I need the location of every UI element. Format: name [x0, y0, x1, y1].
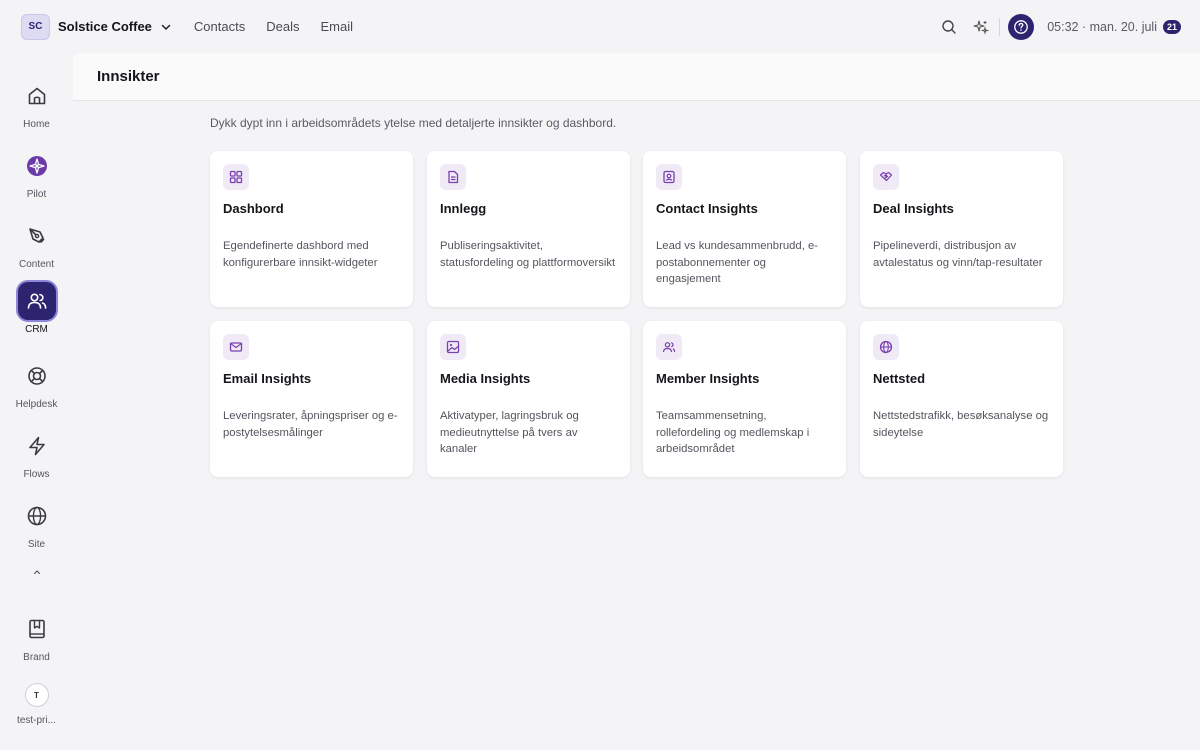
sidebar-item-crm[interactable]: CRM [0, 282, 73, 335]
main-panel: Innsikter Dykk dypt inn i arbeidsområdet… [73, 53, 1200, 750]
nav-email[interactable]: Email [320, 19, 353, 34]
sidebar-item-label: CRM [25, 324, 48, 335]
sidebar-item-label: Site [27, 539, 46, 550]
card-description: Lead vs kundesammenbrudd, e-postabonneme… [656, 240, 819, 285]
card-title: Dashbord [223, 201, 284, 216]
sidebar-item-label: Flows [23, 469, 50, 480]
clock-date: 05:32 · man. 20. juli [1047, 19, 1157, 34]
sidebar-item-label: Content [18, 259, 55, 270]
card-description: Leveringsrater, åpningspriser og e-posty… [223, 410, 398, 439]
sidebar-item-label: Pilot [26, 189, 47, 200]
card-description: Egendefinerte dashbord med konfigurerbar… [223, 240, 378, 269]
document-icon [440, 164, 466, 190]
users-icon [17, 282, 56, 320]
help-icon [1014, 19, 1029, 34]
card-title: Deal Insights [873, 201, 954, 216]
sidebar-item-label: Home [23, 119, 50, 130]
chevron-down-icon [160, 20, 174, 34]
notification-badge[interactable]: 21 [1162, 19, 1181, 34]
sidebar: Home Pilot Content CRM Helpdesk Flows Si… [0, 53, 73, 750]
chevron-up-icon [31, 565, 43, 583]
card-description: Nettstedstrafikk, besøksanalyse og sidey… [873, 410, 1049, 439]
top-nav: Contacts Deals Email [194, 19, 374, 34]
card-description: Publiseringsaktivitet, statusfordeling o… [440, 240, 616, 269]
card-title: Member Insights [656, 371, 760, 386]
contact-icon [656, 164, 682, 190]
sidebar-item-home[interactable]: Home [0, 77, 73, 130]
image-icon [440, 334, 466, 360]
card-title: Email Insights [223, 371, 312, 386]
user-menu[interactable]: T test-pri... [0, 683, 73, 726]
sparkle-icon[interactable] [971, 17, 991, 37]
card-title: Media Insights [440, 371, 531, 386]
home-icon [18, 77, 56, 115]
card-title: Innlegg [440, 201, 487, 216]
card-media-insights[interactable]: Media Insights Aktivatyper, lagringsbruk… [427, 321, 630, 477]
bolt-icon [18, 427, 56, 465]
workspace-name: Solstice Coffee [58, 19, 152, 34]
card-nettsted[interactable]: Nettsted Nettstedstrafikk, besøksanalyse… [860, 321, 1063, 477]
sidebar-item-site[interactable]: Site [0, 497, 73, 550]
handshake-icon [873, 164, 899, 190]
sidebar-item-brand[interactable]: Brand [0, 610, 73, 663]
lifebuoy-icon [18, 357, 56, 395]
page-subtitle: Dykk dypt inn i arbeidsområdets ytelse m… [210, 116, 617, 130]
user-label: test-pri... [17, 715, 56, 726]
search-icon[interactable] [939, 17, 959, 37]
card-description: Teamsammensetning, rollefordeling og med… [656, 410, 810, 455]
sidebar-item-helpdesk[interactable]: Helpdesk [0, 357, 73, 410]
help-button[interactable] [1008, 13, 1035, 40]
sidebar-item-label: Brand [23, 652, 50, 663]
card-dashbord[interactable]: Dashbord Egendefinerte dashbord med konf… [210, 151, 413, 307]
nav-contacts[interactable]: Contacts [194, 19, 245, 34]
avatar: T [24, 683, 49, 707]
card-innlegg[interactable]: Innlegg Publiseringsaktivitet, statusfor… [427, 151, 630, 307]
card-member-insights[interactable]: Member Insights Teamsammensetning, rolle… [643, 321, 846, 477]
workspace-switcher[interactable]: SC Solstice Coffee [21, 13, 174, 40]
members-icon [656, 334, 682, 360]
sidebar-collapse-button[interactable] [0, 565, 73, 583]
page-header: Innsikter [73, 53, 1200, 101]
sidebar-item-label: Helpdesk [15, 399, 58, 410]
grid-icon [223, 164, 249, 190]
pilot-icon [18, 147, 56, 185]
card-contact-insights[interactable]: Contact Insights Lead vs kundesammenbrud… [643, 151, 846, 307]
mail-icon [223, 334, 249, 360]
nav-deals[interactable]: Deals [266, 19, 299, 34]
top-bar: SC Solstice Coffee Contacts Deals Email … [0, 0, 1200, 53]
book-icon [18, 610, 56, 648]
pen-icon [18, 217, 56, 255]
card-description: Aktivatyper, lagringsbruk og medieutnytt… [440, 410, 579, 455]
workspace-badge: SC [21, 13, 50, 40]
card-email-insights[interactable]: Email Insights Leveringsrater, åpningspr… [210, 321, 413, 477]
sidebar-item-flows[interactable]: Flows [0, 427, 73, 480]
page-title: Innsikter [97, 68, 160, 85]
globe-icon [18, 497, 56, 535]
card-title: Nettsted [873, 371, 926, 386]
card-deal-insights[interactable]: Deal Insights Pipelineverdi, distribusjo… [860, 151, 1063, 307]
card-title: Contact Insights [656, 201, 758, 216]
sidebar-item-pilot[interactable]: Pilot [0, 147, 73, 200]
sidebar-item-content[interactable]: Content [0, 217, 73, 270]
globe-icon [873, 334, 899, 360]
card-description: Pipelineverdi, distribusjon av avtalesta… [873, 240, 1043, 269]
divider [999, 17, 1001, 36]
